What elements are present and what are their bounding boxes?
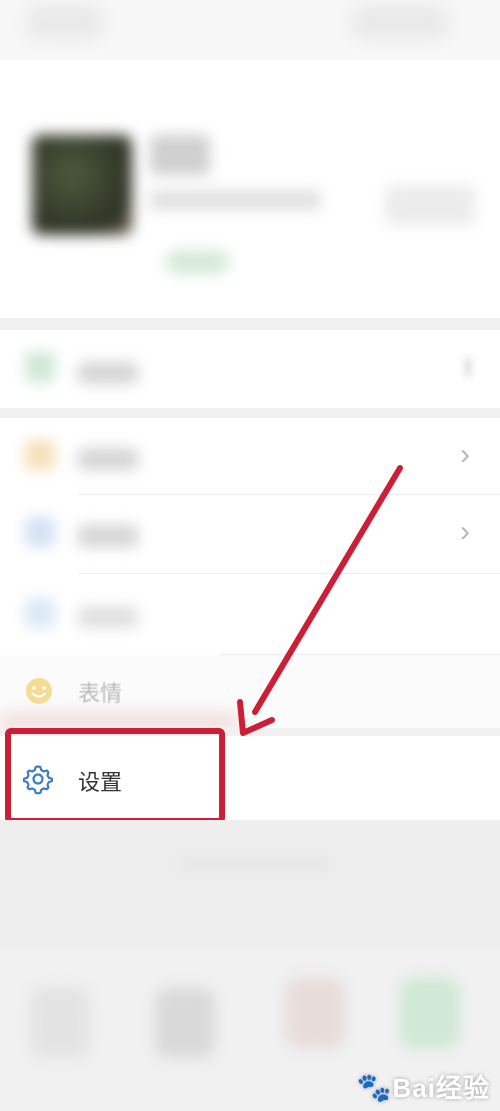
tab-me[interactable]	[400, 978, 460, 1048]
tab-contacts[interactable]	[155, 988, 215, 1058]
decorative-line	[180, 860, 330, 868]
paw-icon: 🐾	[356, 1072, 393, 1103]
tab-discover[interactable]	[285, 978, 345, 1048]
watermark-text: Bai经验	[392, 1073, 490, 1103]
watermark: 🐾Bai经验	[357, 1068, 490, 1105]
tab-chats[interactable]	[30, 988, 90, 1058]
